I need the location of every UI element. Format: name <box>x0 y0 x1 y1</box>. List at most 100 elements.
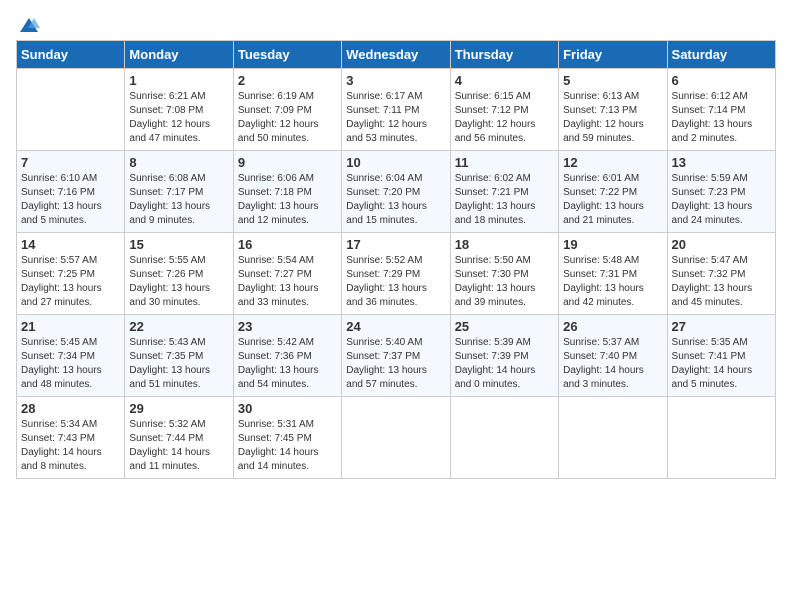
col-header-wednesday: Wednesday <box>342 41 450 69</box>
calendar-cell: 22Sunrise: 5:43 AMSunset: 7:35 PMDayligh… <box>125 315 233 397</box>
day-number: 17 <box>346 237 445 252</box>
day-info: Sunrise: 5:47 AMSunset: 7:32 PMDaylight:… <box>672 254 771 310</box>
day-number: 15 <box>129 237 228 252</box>
calendar-cell <box>342 397 450 479</box>
day-info: Sunrise: 6:10 AMSunset: 7:16 PMDaylight:… <box>21 172 120 228</box>
calendar-cell <box>450 397 558 479</box>
day-number: 7 <box>21 155 120 170</box>
calendar-table: SundayMondayTuesdayWednesdayThursdayFrid… <box>16 40 776 479</box>
calendar-cell: 14 Sunrise: 5:57 AMSunset: 7:25 PMDayligh… <box>17 233 125 315</box>
calendar-cell: 27 Sunrise: 5:35 AMSunset: 7:41 PMDayligh… <box>667 315 775 397</box>
calendar-cell: 5 Sunrise: 6:13 AMSunset: 7:13 PMDaylight… <box>559 69 667 151</box>
day-info: Sunrise: 5:40 AMSunset: 7:37 PMDaylight:… <box>346 336 445 392</box>
calendar-cell: 29Sunrise: 5:32 AMSunset: 7:44 PMDayligh… <box>125 397 233 479</box>
day-number: 11 <box>455 155 554 170</box>
calendar-week-5: 28 Sunrise: 5:34 AMSunset: 7:43 PMDayligh… <box>17 397 776 479</box>
day-number: 6 <box>672 73 771 88</box>
day-number: 9 <box>238 155 337 170</box>
day-info: Sunrise: 6:06 AMSunset: 7:18 PMDaylight:… <box>238 172 337 228</box>
day-number: 16 <box>238 237 337 252</box>
day-info: Sunrise: 5:39 AMSunset: 7:39 PMDaylight:… <box>455 336 554 392</box>
calendar-cell: 10Sunrise: 6:04 AMSunset: 7:20 PMDayligh… <box>342 151 450 233</box>
calendar-cell: 17 Sunrise: 5:52 AMSunset: 7:29 PMDayligh… <box>342 233 450 315</box>
calendar-cell: 2 Sunrise: 6:19 AMSunset: 7:09 PMDaylight… <box>233 69 341 151</box>
day-number: 24 <box>346 319 445 334</box>
calendar-cell: 15Sunrise: 5:55 AMSunset: 7:26 PMDayligh… <box>125 233 233 315</box>
day-info: Sunrise: 5:43 AMSunset: 7:35 PMDaylight:… <box>129 336 228 392</box>
day-info: Sunrise: 5:42 AMSunset: 7:36 PMDaylight:… <box>238 336 337 392</box>
calendar-cell: 23 Sunrise: 5:42 AMSunset: 7:36 PMDayligh… <box>233 315 341 397</box>
day-number: 19 <box>563 237 662 252</box>
day-info: Sunrise: 5:52 AMSunset: 7:29 PMDaylight:… <box>346 254 445 310</box>
calendar-week-4: 21 Sunrise: 5:45 AMSunset: 7:34 PMDayligh… <box>17 315 776 397</box>
col-header-thursday: Thursday <box>450 41 558 69</box>
day-info: Sunrise: 5:59 AMSunset: 7:23 PMDaylight:… <box>672 172 771 228</box>
day-info: Sunrise: 5:45 AMSunset: 7:34 PMDaylight:… <box>21 336 120 392</box>
calendar-cell: 21 Sunrise: 5:45 AMSunset: 7:34 PMDayligh… <box>17 315 125 397</box>
day-info: Sunrise: 6:12 AMSunset: 7:14 PMDaylight:… <box>672 90 771 146</box>
day-info: Sunrise: 6:19 AMSunset: 7:09 PMDaylight:… <box>238 90 337 146</box>
calendar-cell <box>17 69 125 151</box>
day-number: 21 <box>21 319 120 334</box>
day-info: Sunrise: 6:15 AMSunset: 7:12 PMDaylight:… <box>455 90 554 146</box>
page-header <box>16 16 776 28</box>
day-number: 18 <box>455 237 554 252</box>
day-number: 30 <box>238 401 337 416</box>
day-number: 2 <box>238 73 337 88</box>
calendar-cell: 13 Sunrise: 5:59 AMSunset: 7:23 PMDayligh… <box>667 151 775 233</box>
day-info: Sunrise: 5:57 AMSunset: 7:25 PMDaylight:… <box>21 254 120 310</box>
calendar-cell: 28 Sunrise: 5:34 AMSunset: 7:43 PMDayligh… <box>17 397 125 479</box>
day-number: 23 <box>238 319 337 334</box>
calendar-cell: 26Sunrise: 5:37 AMSunset: 7:40 PMDayligh… <box>559 315 667 397</box>
calendar-cell <box>667 397 775 479</box>
calendar-cell: 9 Sunrise: 6:06 AMSunset: 7:18 PMDaylight… <box>233 151 341 233</box>
day-info: Sunrise: 6:01 AMSunset: 7:22 PMDaylight:… <box>563 172 662 228</box>
day-number: 1 <box>129 73 228 88</box>
day-number: 29 <box>129 401 228 416</box>
day-info: Sunrise: 5:34 AMSunset: 7:43 PMDaylight:… <box>21 418 120 474</box>
day-info: Sunrise: 5:48 AMSunset: 7:31 PMDaylight:… <box>563 254 662 310</box>
col-header-sunday: Sunday <box>17 41 125 69</box>
day-info: Sunrise: 6:13 AMSunset: 7:13 PMDaylight:… <box>563 90 662 146</box>
day-number: 14 <box>21 237 120 252</box>
day-number: 10 <box>346 155 445 170</box>
col-header-saturday: Saturday <box>667 41 775 69</box>
col-header-tuesday: Tuesday <box>233 41 341 69</box>
day-number: 27 <box>672 319 771 334</box>
calendar-cell: 7 Sunrise: 6:10 AMSunset: 7:16 PMDaylight… <box>17 151 125 233</box>
day-number: 20 <box>672 237 771 252</box>
calendar-week-1: 1 Sunrise: 6:21 AMSunset: 7:08 PMDaylight… <box>17 69 776 151</box>
calendar-cell: 16 Sunrise: 5:54 AMSunset: 7:27 PMDayligh… <box>233 233 341 315</box>
calendar-cell: 20 Sunrise: 5:47 AMSunset: 7:32 PMDayligh… <box>667 233 775 315</box>
calendar-cell <box>559 397 667 479</box>
calendar-week-3: 14 Sunrise: 5:57 AMSunset: 7:25 PMDayligh… <box>17 233 776 315</box>
calendar-cell: 3 Sunrise: 6:17 AMSunset: 7:11 PMDaylight… <box>342 69 450 151</box>
calendar-cell: 25 Sunrise: 5:39 AMSunset: 7:39 PMDayligh… <box>450 315 558 397</box>
day-info: Sunrise: 6:21 AMSunset: 7:08 PMDaylight:… <box>129 90 228 146</box>
day-info: Sunrise: 5:54 AMSunset: 7:27 PMDaylight:… <box>238 254 337 310</box>
calendar-cell: 1 Sunrise: 6:21 AMSunset: 7:08 PMDaylight… <box>125 69 233 151</box>
day-info: Sunrise: 6:02 AMSunset: 7:21 PMDaylight:… <box>455 172 554 228</box>
calendar-cell: 11 Sunrise: 6:02 AMSunset: 7:21 PMDayligh… <box>450 151 558 233</box>
day-info: Sunrise: 5:50 AMSunset: 7:30 PMDaylight:… <box>455 254 554 310</box>
day-number: 25 <box>455 319 554 334</box>
day-info: Sunrise: 5:31 AMSunset: 7:45 PMDaylight:… <box>238 418 337 474</box>
day-number: 28 <box>21 401 120 416</box>
logo <box>16 16 40 28</box>
calendar-header-row: SundayMondayTuesdayWednesdayThursdayFrid… <box>17 41 776 69</box>
calendar-cell: 6 Sunrise: 6:12 AMSunset: 7:14 PMDaylight… <box>667 69 775 151</box>
day-number: 26 <box>563 319 662 334</box>
day-number: 8 <box>129 155 228 170</box>
calendar-cell: 30 Sunrise: 5:31 AMSunset: 7:45 PMDayligh… <box>233 397 341 479</box>
day-number: 5 <box>563 73 662 88</box>
day-number: 13 <box>672 155 771 170</box>
calendar-cell: 18 Sunrise: 5:50 AMSunset: 7:30 PMDayligh… <box>450 233 558 315</box>
day-info: Sunrise: 6:17 AMSunset: 7:11 PMDaylight:… <box>346 90 445 146</box>
day-number: 3 <box>346 73 445 88</box>
col-header-monday: Monday <box>125 41 233 69</box>
day-info: Sunrise: 5:35 AMSunset: 7:41 PMDaylight:… <box>672 336 771 392</box>
calendar-cell: 19 Sunrise: 5:48 AMSunset: 7:31 PMDayligh… <box>559 233 667 315</box>
calendar-cell: 8Sunrise: 6:08 AMSunset: 7:17 PMDaylight… <box>125 151 233 233</box>
calendar-cell: 12Sunrise: 6:01 AMSunset: 7:22 PMDayligh… <box>559 151 667 233</box>
calendar-week-2: 7 Sunrise: 6:10 AMSunset: 7:16 PMDaylight… <box>17 151 776 233</box>
